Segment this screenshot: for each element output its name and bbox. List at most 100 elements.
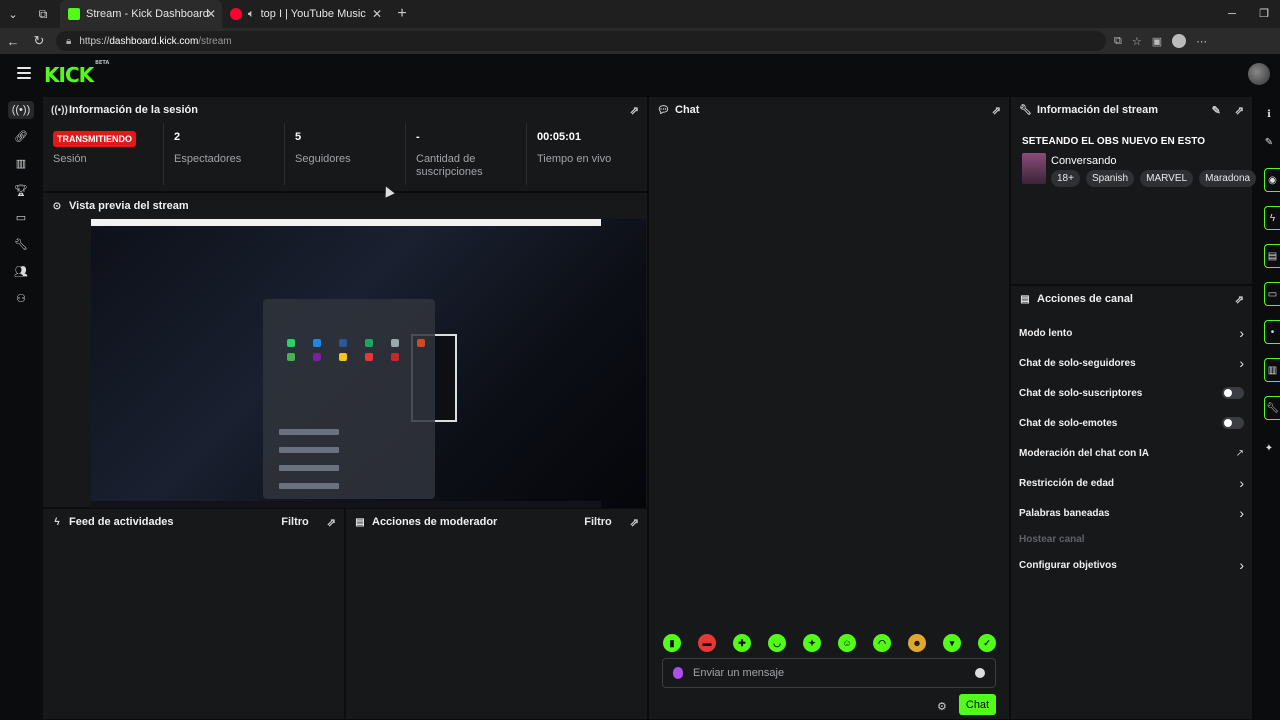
url-field[interactable]: 🔒︎ https://dashboard.kick.com/stream	[56, 31, 1106, 51]
activity-feed-panel: ϟ Feed de actividades Filtro ⇗	[42, 508, 345, 720]
edit-icon[interactable]: ✎	[1212, 104, 1221, 117]
popout-icon[interactable]: ⇗	[327, 516, 336, 529]
slow-mode-row[interactable]: Modo lento ›	[1011, 318, 1252, 348]
row-label: Restricción de edad	[1019, 477, 1115, 489]
ai-moderation-row[interactable]: Moderación del chat con IA ↗	[1011, 438, 1252, 468]
stream-tags: 18+ Spanish MARVEL Maradona	[1051, 170, 1257, 187]
chat-settings-gear-icon[interactable]: ⚙	[937, 700, 947, 713]
analytics-icon[interactable]: ▥	[0, 150, 42, 177]
profile-avatar-icon[interactable]	[1172, 34, 1187, 48]
moderator-actions-panel: ▤ Acciones de moderador Filtro ⇗	[345, 508, 648, 720]
tag: Spanish	[1085, 170, 1135, 187]
reload-icon[interactable]: ↻	[26, 33, 52, 49]
age-restriction-row[interactable]: Restricción de edad ›	[1011, 468, 1252, 498]
emote-5[interactable]: ✦	[803, 634, 821, 652]
row-label: Chat de solo-suscriptores	[1019, 387, 1143, 399]
sparkle-icon[interactable]: ✦	[1258, 434, 1280, 462]
hamburger-menu-icon[interactable]	[17, 67, 31, 79]
row-label: Hostear canal	[1019, 533, 1085, 545]
row-label: Moderación del chat con IA	[1019, 447, 1150, 459]
collections-icon[interactable]: ▣	[1152, 35, 1162, 48]
emote-9[interactable]: ▾	[943, 634, 961, 652]
preview-app-grid	[281, 339, 431, 361]
chat-message-input[interactable]: Enviar un mensaje	[662, 658, 996, 688]
kick-favicon-icon	[68, 8, 80, 20]
popout-icon[interactable]: ⇗	[1235, 104, 1244, 117]
popout-icon[interactable]: ⇗	[1235, 293, 1244, 306]
bolt-icon[interactable]: ϟ	[1264, 206, 1280, 230]
broadcast-icon[interactable]: ((•))	[0, 96, 42, 123]
tag: MARVEL	[1140, 170, 1194, 187]
popout-icon[interactable]: ⇗	[630, 104, 639, 117]
emote-2[interactable]: ▬	[698, 634, 716, 652]
stat-viewers: 2 Espectadores	[164, 123, 285, 185]
wrench-icon[interactable]: 🔧︎	[1264, 396, 1280, 420]
popout-icon[interactable]: ⇗	[992, 104, 1001, 117]
edit-icon[interactable]: ✎	[1258, 128, 1280, 156]
browser-tab-youtube-music[interactable]: 🔈︎ top I | YouTube Music ✕	[222, 0, 388, 28]
user-avatar[interactable]	[1248, 63, 1270, 85]
maximize-icon[interactable]: ❐	[1248, 0, 1280, 28]
chat-icon: 💬︎	[657, 104, 670, 116]
favorites-icon[interactable]: ☆	[1132, 35, 1142, 48]
close-tab-icon[interactable]: ✕	[206, 7, 216, 21]
browser-tab-kick[interactable]: Stream - Kick Dashboard ✕	[60, 0, 222, 28]
mic-icon[interactable]	[673, 667, 683, 679]
camera-icon[interactable]: ◉	[1264, 168, 1280, 192]
filter-button[interactable]: Filtro	[584, 516, 612, 528]
chat-input-placeholder: Enviar un mensaje	[693, 667, 785, 679]
subscribers-only-toggle[interactable]	[1222, 387, 1244, 399]
row-label: Configurar objetivos	[1019, 559, 1117, 571]
tab-actions-icon[interactable]: ⌄	[0, 0, 26, 28]
community-icon[interactable]: ⚇	[0, 285, 42, 312]
menu-dots-icon[interactable]: ⋯	[1196, 35, 1207, 48]
note-icon[interactable]: ▤	[1264, 244, 1280, 268]
chat-panel: 💬︎ Chat ⇗ ▮ ▬ ✚ ◡ ✦ ☺ ◠ ☻ ▾ ✓ Enviar un …	[648, 96, 1010, 720]
layout-icon[interactable]: ▥	[1264, 358, 1280, 382]
stat-value: 2	[174, 131, 181, 143]
back-icon[interactable]: ←	[0, 34, 26, 49]
configure-goals-row[interactable]: Configurar objetivos ›	[1011, 550, 1252, 580]
emote-8[interactable]: ☻	[908, 634, 926, 652]
chevron-right-icon: ›	[1239, 355, 1244, 371]
close-tab-icon[interactable]: ✕	[372, 7, 382, 21]
emoji-picker-icon[interactable]	[975, 668, 985, 678]
new-tab-icon[interactable]: +	[388, 5, 416, 23]
filter-button[interactable]: Filtro	[281, 516, 309, 528]
category-thumbnail	[1022, 153, 1046, 184]
trophy-icon[interactable]: 🏆︎	[0, 177, 42, 204]
site-info-icon[interactable]: 🔒︎	[66, 36, 71, 47]
extensions-icon[interactable]: ⧉	[1114, 35, 1122, 48]
wrench-icon[interactable]: 🔧︎	[0, 231, 42, 258]
stat-label: Cantidad de suscripciones	[416, 153, 483, 178]
minimize-icon[interactable]: ─	[1216, 0, 1248, 28]
emote-10[interactable]: ✓	[978, 634, 996, 652]
kick-logo[interactable]: KICK BETA	[44, 60, 109, 87]
workspaces-icon[interactable]: ⧉	[26, 0, 60, 28]
emote-4[interactable]: ◡	[768, 634, 786, 652]
emote-6[interactable]: ☺	[838, 634, 856, 652]
emote-3[interactable]: ✚	[733, 634, 751, 652]
speaker-icon[interactable]: 🔈︎	[248, 8, 255, 21]
preview-window-titlebar	[91, 219, 601, 226]
chat-icon[interactable]: ▭	[1264, 282, 1280, 306]
stream-preview-video[interactable]	[91, 219, 646, 509]
users-icon[interactable]: 👥︎	[0, 258, 42, 285]
send-chat-button[interactable]: Chat	[959, 694, 996, 715]
emote-7[interactable]: ◠	[873, 634, 891, 652]
subscribers-only-row: Chat de solo-suscriptores	[1011, 378, 1252, 408]
preview-recommendations	[279, 429, 419, 509]
top-nav: KICK BETA	[0, 54, 1280, 96]
external-chart-icon: ↗	[1235, 447, 1244, 459]
chevron-right-icon: ›	[1239, 505, 1244, 521]
followers-only-row[interactable]: Chat de solo-seguidores ›	[1011, 348, 1252, 378]
popout-icon[interactable]: ⇗	[630, 516, 639, 529]
monitor-icon[interactable]: ▭	[0, 204, 42, 231]
panel-title: Feed de actividades	[69, 516, 174, 528]
info-icon[interactable]: ℹ	[1258, 100, 1280, 128]
banned-words-row[interactable]: Palabras baneadas ›	[1011, 498, 1252, 528]
broadcast-icon[interactable]: •	[1264, 320, 1280, 344]
emotes-only-toggle[interactable]	[1222, 417, 1244, 429]
emote-1[interactable]: ▮	[663, 634, 681, 652]
link-icon[interactable]: 🔗︎	[0, 123, 42, 150]
